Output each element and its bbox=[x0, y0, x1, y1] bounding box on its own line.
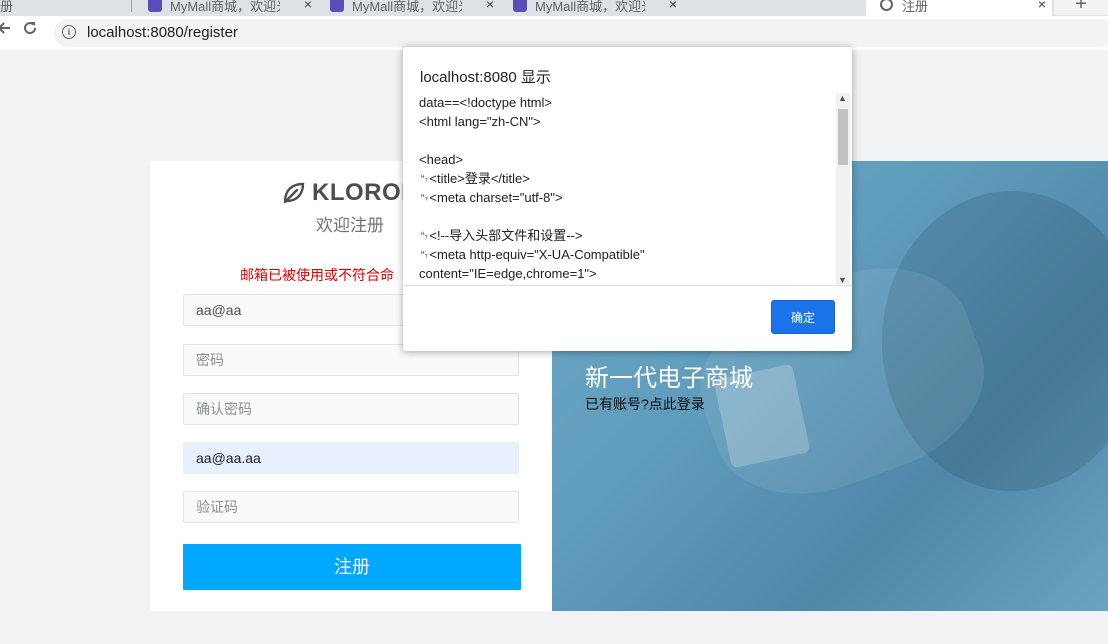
alert-dialog: localhost:8080 显示 data==<!doctype html> … bbox=[403, 47, 852, 351]
mymall-favicon-icon bbox=[330, 0, 344, 12]
tab-mymall-3[interactable]: MyMall商城，欢迎光 × bbox=[513, 0, 683, 16]
tab-title: MyMall商城，欢迎光 bbox=[535, 0, 645, 14]
dialog-message-area[interactable]: data==<!doctype html> <html lang="zh-CN"… bbox=[419, 93, 837, 285]
close-icon[interactable]: × bbox=[486, 0, 494, 12]
hero-title: 新一代电子商城 bbox=[585, 365, 753, 392]
globe-favicon-icon bbox=[880, 0, 893, 11]
dialog-message: data==<!doctype html> <html lang="zh-CN"… bbox=[419, 95, 645, 281]
scroll-up-icon[interactable]: ▲ bbox=[838, 93, 847, 103]
scrollbar-thumb[interactable] bbox=[838, 109, 848, 165]
info-icon[interactable]: i bbox=[62, 25, 76, 39]
tab-mymall-2[interactable]: MyMall商城，欢迎光 × bbox=[330, 0, 500, 16]
error-message: 邮箱已被使用或不符合命 bbox=[240, 267, 394, 283]
brand-name: KLOROF bbox=[312, 179, 417, 206]
close-icon[interactable]: × bbox=[1038, 0, 1046, 12]
new-tab-button[interactable]: + bbox=[1054, 0, 1108, 15]
tab-title: 册 bbox=[0, 0, 14, 14]
page-subtitle: 欢迎注册 bbox=[316, 216, 384, 235]
reload-icon[interactable] bbox=[22, 20, 38, 41]
register-button[interactable]: 注册 bbox=[183, 544, 521, 590]
tab-register-partial[interactable]: 册 bbox=[0, 0, 60, 16]
close-icon[interactable]: × bbox=[669, 0, 677, 12]
tab-mymall-1[interactable]: MyMall商城，欢迎光 × bbox=[148, 0, 318, 16]
address-bar[interactable]: i localhost:8080/register bbox=[54, 19, 1108, 47]
mymall-favicon-icon bbox=[148, 0, 162, 12]
tab-title: MyMall商城，欢迎光 bbox=[170, 0, 280, 14]
dialog-title: localhost:8080 显示 bbox=[420, 69, 551, 86]
scroll-down-icon[interactable]: ▼ bbox=[838, 275, 847, 285]
tab-register-active[interactable]: 注册 × bbox=[866, 0, 1052, 16]
captcha-field[interactable]: 验证码 bbox=[183, 491, 519, 523]
login-link[interactable]: 已有账号?点此登录 bbox=[585, 394, 705, 414]
autofilled-field[interactable]: aa@aa.aa bbox=[183, 442, 519, 474]
tab-strip: 册 MyMall商城，欢迎光 × MyMall商城，欢迎光 × MyMall商城… bbox=[0, 0, 1108, 16]
dialog-scrollbar[interactable]: ▲ ▼ bbox=[836, 93, 850, 285]
mymall-favicon-icon bbox=[513, 0, 527, 12]
tab-separator bbox=[131, 0, 132, 12]
browser-toolbar: i localhost:8080/register bbox=[0, 16, 1108, 50]
leaf-icon bbox=[283, 182, 305, 204]
dialog-divider bbox=[403, 285, 852, 286]
ok-button[interactable]: 确定 bbox=[771, 300, 835, 334]
tab-title: 注册 bbox=[902, 0, 929, 14]
tab-title: MyMall商城，欢迎光 bbox=[352, 0, 462, 14]
back-arrow-icon[interactable] bbox=[0, 20, 10, 40]
confirm-password-field[interactable]: 确认密码 bbox=[183, 393, 519, 425]
close-icon[interactable]: × bbox=[304, 0, 312, 12]
url-text[interactable]: localhost:8080/register bbox=[87, 24, 238, 41]
